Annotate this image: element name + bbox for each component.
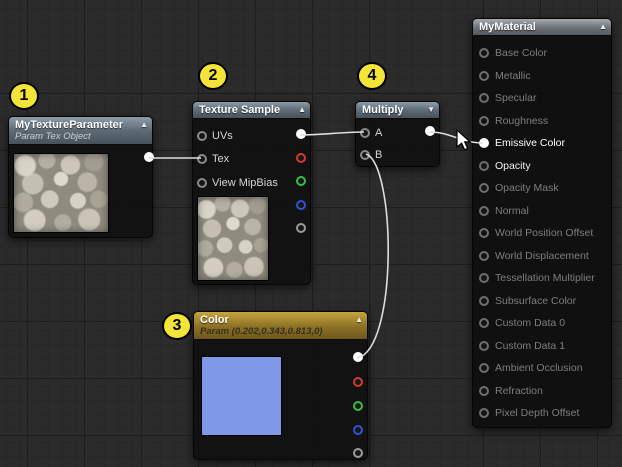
input-pin-tessellation-multiplier[interactable] [479,273,489,283]
material-pin-row[interactable]: Pixel Depth Offset [473,402,611,425]
output-pin-rgb[interactable] [353,352,363,362]
node-title: MyTextureParameter [15,119,136,131]
output-pin-g[interactable] [296,176,306,186]
material-pin-row[interactable]: Custom Data 0 [473,312,611,335]
input-pin-opacity-mask[interactable] [479,183,489,193]
annotation-badge-1: 1 [9,82,39,110]
node-multiply[interactable]: Multiply ▼ A B [355,101,440,167]
output-pin-r[interactable] [353,377,363,387]
texture-preview [197,196,269,281]
input-row-a: A [356,122,382,144]
input-pin-a[interactable] [360,128,370,138]
output-pin-a[interactable] [296,223,306,233]
output-pin-rgb[interactable] [144,152,154,162]
node-title: Color [200,314,351,326]
collapse-arrow-icon[interactable]: ▲ [298,105,306,114]
input-pin-specular[interactable] [479,93,489,103]
material-pin-row[interactable]: Custom Data 1 [473,335,611,358]
node-header[interactable]: Color Param (0.202,0.343,0.813,0) ▲ [194,312,367,340]
collapse-arrow-icon[interactable]: ▲ [599,22,607,31]
input-label: View MipBias [212,177,278,189]
material-pin-row[interactable]: Refraction [473,380,611,403]
collapse-arrow-icon[interactable]: ▲ [140,120,148,129]
mouse-cursor-icon [457,130,470,150]
input-pin-emissive-color[interactable] [479,138,489,148]
output-pin-a[interactable] [353,448,363,458]
material-pin-row[interactable]: Base Color [473,42,611,65]
node-title: Texture Sample [199,104,294,116]
input-label: Tex [212,153,229,165]
input-label: UVs [212,130,233,142]
output-pin-b[interactable] [353,425,363,435]
texture-preview [13,153,109,233]
material-pin-list: Base Color Metallic Specular Roughness E… [473,36,611,425]
material-pin-row[interactable]: Roughness [473,110,611,133]
input-pin-custom-data-1[interactable] [479,341,489,351]
node-header[interactable]: MyTextureParameter Param Tex Object ▲ [9,117,152,145]
input-pin-ambient-occlusion[interactable] [479,363,489,373]
collapse-arrow-icon[interactable]: ▲ [355,315,363,324]
annotation-badge-4: 4 [357,62,387,90]
material-pin-row[interactable]: Metallic [473,65,611,88]
input-row-b: B [356,144,382,166]
material-pin-row[interactable]: World Position Offset [473,222,611,245]
annotation-badge-2: 2 [198,62,228,90]
material-graph-canvas[interactable]: MyTextureParameter Param Tex Object ▲ Te… [0,0,622,467]
input-pin-normal[interactable] [479,206,489,216]
node-title: MyMaterial [479,21,595,33]
output-pin-r[interactable] [296,153,306,163]
node-header[interactable]: Texture Sample ▲ [193,102,310,119]
input-pin-metallic[interactable] [479,71,489,81]
output-pin-g[interactable] [353,401,363,411]
material-pin-row[interactable]: Opacity [473,155,611,178]
node-color-parameter[interactable]: Color Param (0.202,0.343,0.813,0) ▲ [193,311,368,460]
input-pin-roughness[interactable] [479,116,489,126]
input-label: B [375,149,382,161]
input-pin-tex[interactable] [197,154,207,164]
input-pin-subsurface-color[interactable] [479,296,489,306]
output-pin-result[interactable] [425,126,435,136]
node-header[interactable]: MyMaterial ▲ [473,19,611,36]
input-label: A [375,127,382,139]
input-row-tex: Tex [193,148,278,172]
node-texture-sample[interactable]: Texture Sample ▲ UVs Tex View MipBias [192,101,311,285]
node-title: Multiply [362,104,423,116]
material-pin-row[interactable]: Specular [473,87,611,110]
input-pin-world-position-offset[interactable] [479,228,489,238]
node-subtitle: Param Tex Object [15,131,136,142]
input-pin-b[interactable] [360,150,370,160]
output-pin-b[interactable] [296,200,306,210]
input-pin-opacity[interactable] [479,161,489,171]
node-header[interactable]: Multiply ▼ [356,102,439,119]
input-pin-world-displacement[interactable] [479,251,489,261]
input-pin-pixel-depth-offset[interactable] [479,408,489,418]
node-my-texture-parameter[interactable]: MyTextureParameter Param Tex Object ▲ [8,116,153,238]
input-pin-refraction[interactable] [479,386,489,396]
material-pin-row[interactable]: Emissive Color [473,132,611,155]
input-row-view-mipbias: View MipBias [193,171,278,195]
node-my-material[interactable]: MyMaterial ▲ Base Color Metallic Specula… [472,18,612,428]
material-pin-row[interactable]: Subsurface Color [473,290,611,313]
input-pin-base-color[interactable] [479,48,489,58]
input-pin-view-mipbias[interactable] [197,178,207,188]
input-pin-custom-data-0[interactable] [479,318,489,328]
material-pin-row[interactable]: Tessellation Multiplier [473,267,611,290]
output-pin-rgb[interactable] [296,129,306,139]
input-row-uvs: UVs [193,124,278,148]
material-pin-row[interactable]: Ambient Occlusion [473,357,611,380]
annotation-badge-3: 3 [162,312,192,340]
input-pin-uvs[interactable] [197,131,207,141]
material-pin-row[interactable]: World Displacement [473,245,611,268]
color-preview [201,356,282,436]
node-subtitle: Param (0.202,0.343,0.813,0) [200,326,351,337]
expand-arrow-icon[interactable]: ▼ [427,105,435,114]
material-pin-row[interactable]: Normal [473,200,611,223]
material-pin-row[interactable]: Opacity Mask [473,177,611,200]
